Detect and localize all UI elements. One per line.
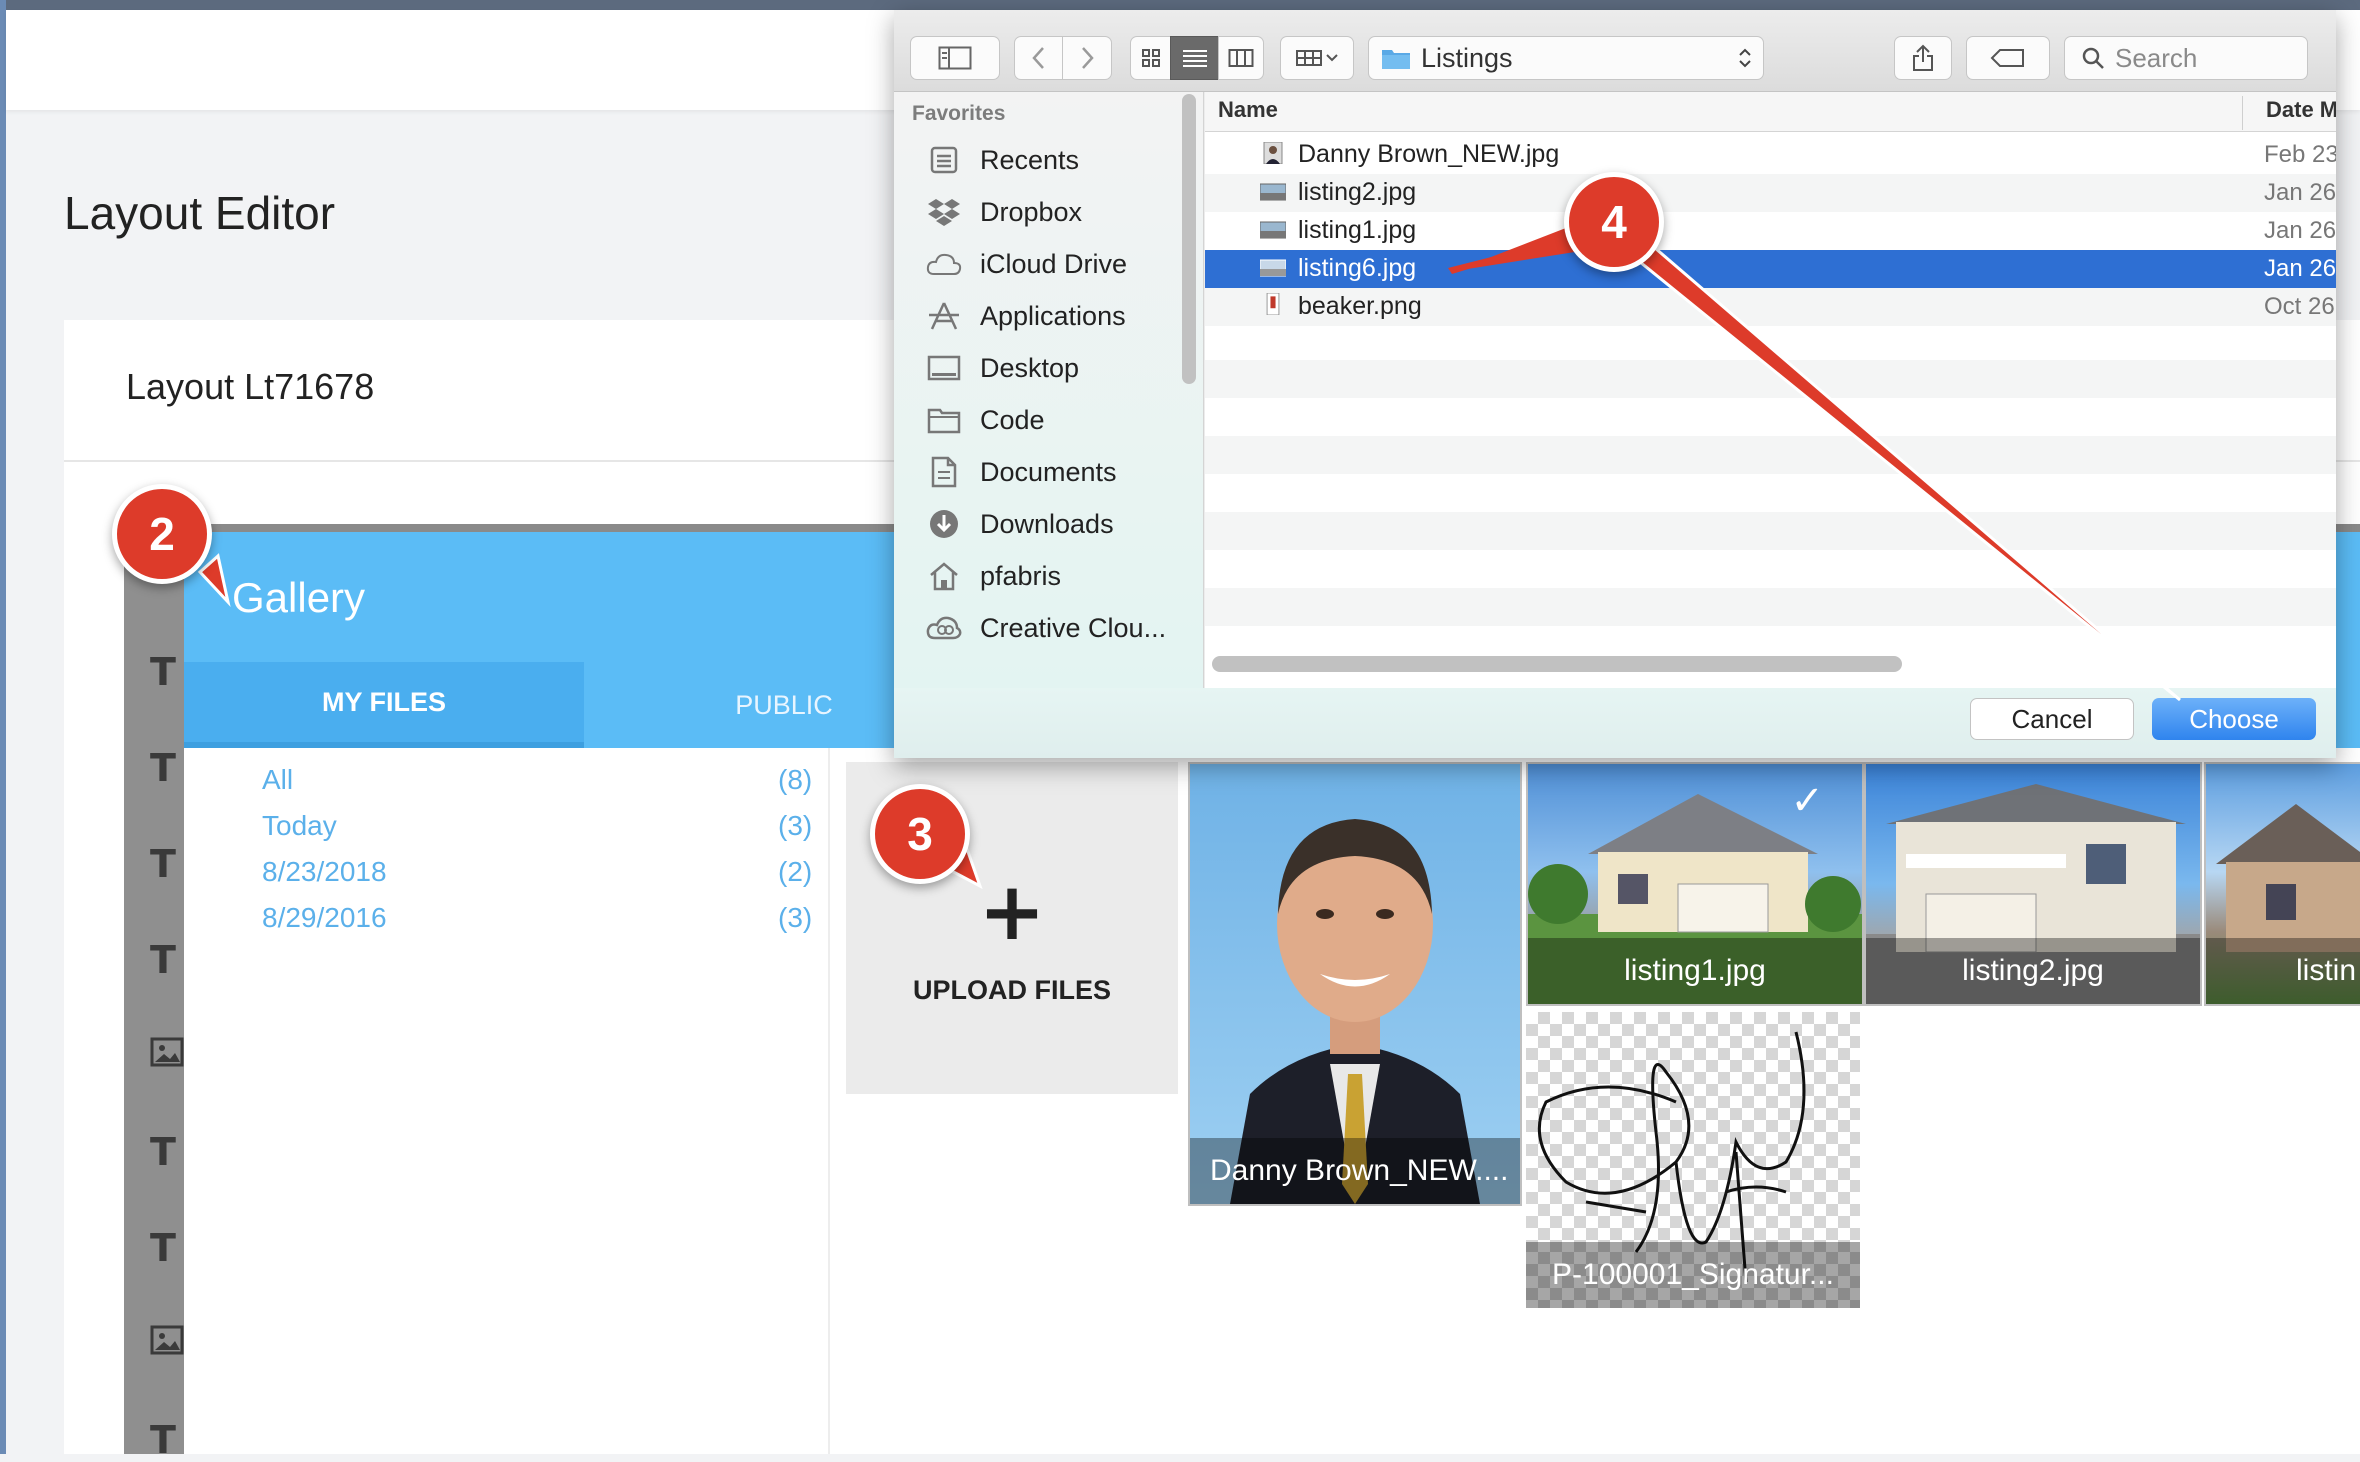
callout-badge: 2 [112,484,212,584]
annotation-arrow [197,553,231,608]
annotation-arrow [1637,245,2181,702]
annotation-overlay [197,214,2181,890]
callout-badge: 4 [1564,172,1664,272]
callout-badge: 3 [870,784,970,884]
